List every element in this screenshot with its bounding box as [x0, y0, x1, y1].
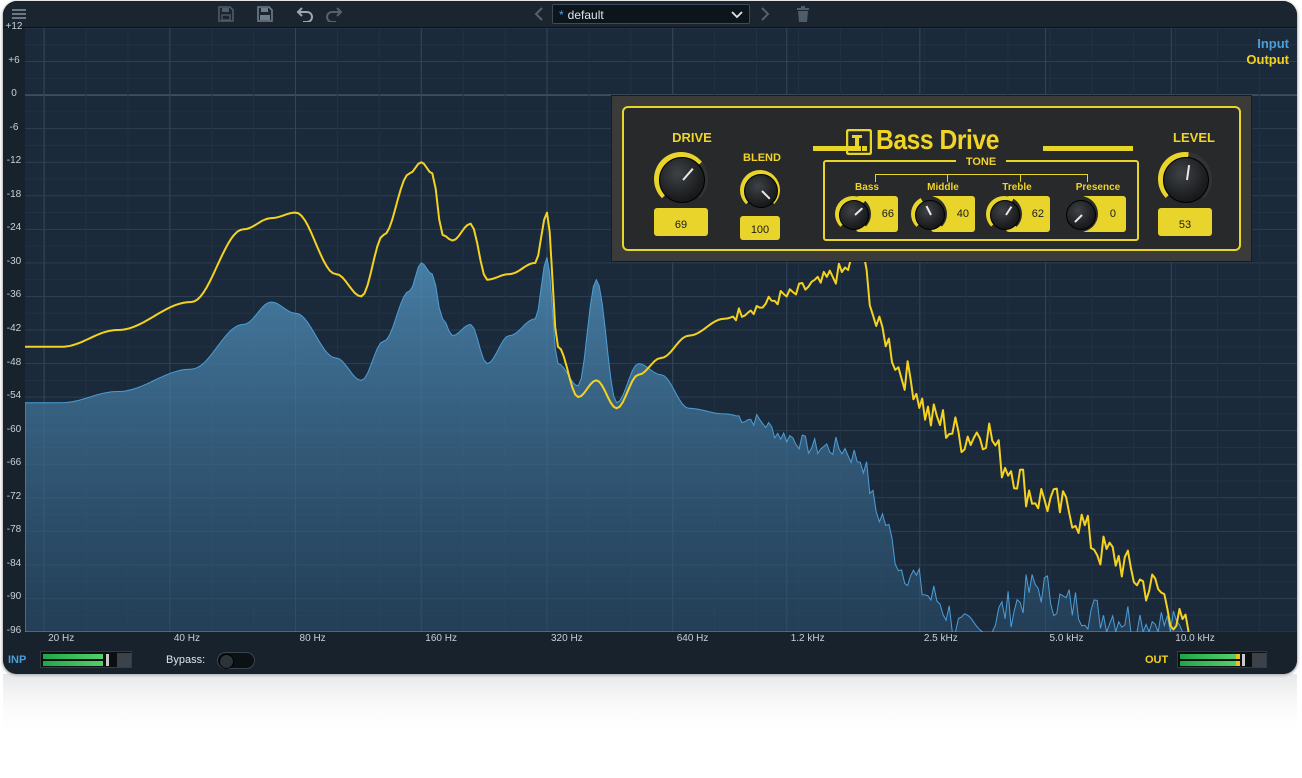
y-axis-tick-label: -36 [6, 289, 22, 301]
bypass-toggle-knob [219, 654, 234, 669]
x-axis-tick-label: 40 Hz [173, 633, 200, 644]
save-icon[interactable] [215, 4, 237, 24]
legend-output: Output [1246, 52, 1289, 67]
bypass-toggle[interactable] [217, 652, 255, 669]
next-preset-icon[interactable] [756, 4, 774, 24]
preset-modified-marker: * [559, 8, 564, 22]
plugin-title: Bass Drive [876, 124, 999, 155]
drive-knob[interactable] [659, 157, 705, 203]
drive-value: 69 [654, 208, 708, 236]
y-axis-tick-label: -24 [6, 222, 22, 234]
title-bar-right [1043, 146, 1133, 151]
x-axis-tick-label: 80 Hz [299, 633, 326, 644]
blend-label: BLEND [743, 152, 781, 164]
x-axis-tick-label: 640 Hz [676, 633, 709, 644]
bass-knob[interactable] [839, 200, 869, 230]
x-axis-tick-label: 1.2 kHz [790, 633, 825, 644]
save-as-icon[interactable] [254, 4, 276, 24]
tone-label: TONE [956, 156, 1006, 168]
y-axis-tick-label: -90 [6, 591, 22, 603]
y-axis-tick-label: -84 [6, 557, 22, 569]
treble-knob[interactable] [990, 200, 1020, 230]
window-reflection [3, 674, 1297, 778]
input-level-meter[interactable] [40, 651, 132, 668]
y-axis-tick-label: -18 [6, 188, 22, 200]
blend-knob[interactable] [744, 174, 778, 208]
bypass-label: Bypass: [166, 654, 206, 666]
drive-label: DRIVE [672, 130, 712, 145]
output-meter-label: OUT [1145, 654, 1169, 666]
middle-knob[interactable] [915, 200, 945, 230]
y-axis-tick-label: -66 [6, 457, 22, 469]
toolbar: * default [3, 1, 1297, 28]
output-level-meter[interactable] [1177, 651, 1267, 668]
legend-input: Input [1257, 36, 1289, 51]
prev-preset-icon[interactable] [530, 4, 548, 24]
y-axis-tick-label: -30 [6, 255, 22, 267]
y-axis-tick-label: -72 [6, 490, 22, 502]
panel-face: Bass Drive DRIVE 69 BLEND 100 TONE Bass … [622, 106, 1241, 251]
treble-label: Treble [1002, 182, 1032, 193]
bass-label: Bass [855, 182, 879, 193]
level-knob[interactable] [1163, 157, 1209, 203]
input-series-area [25, 257, 1189, 632]
blend-value: 100 [740, 216, 780, 240]
y-axis-tick-label: +6 [8, 54, 20, 66]
undo-icon[interactable] [294, 4, 316, 24]
y-axis-tick-label: -12 [6, 155, 22, 167]
y-axis-tick-label: -96 [6, 625, 22, 636]
trash-icon[interactable] [793, 4, 813, 24]
presence-label: Presence [1075, 182, 1121, 193]
y-axis-tick-label: -78 [6, 524, 22, 536]
y-axis-tick-label: -6 [9, 121, 19, 133]
input-meter-label: INP [8, 654, 27, 666]
level-value: 53 [1158, 208, 1212, 236]
presence-knob[interactable] [1066, 200, 1096, 230]
preset-name: default [567, 8, 604, 22]
x-axis-tick-label: 20 Hz [48, 633, 75, 644]
x-axis-tick-label: 320 Hz [550, 633, 583, 644]
y-axis-tick-label: -42 [6, 323, 22, 334]
preset-selector[interactable]: * default [552, 4, 750, 24]
level-label: LEVEL [1173, 130, 1215, 145]
y-axis-tick-label: -54 [6, 390, 22, 402]
x-axis-tick-label: 10.0 kHz [1175, 633, 1215, 644]
y-axis-tick-label: -48 [6, 356, 22, 368]
y-axis-tick-label: 0 [11, 88, 17, 100]
middle-label: Middle [927, 182, 959, 193]
y-axis-tick-label: -60 [6, 423, 22, 435]
y-axis-tick-label: +12 [5, 21, 23, 32]
x-axis-tick-label: 160 Hz [425, 633, 457, 644]
brand-logo-icon [845, 128, 873, 156]
x-axis-tick-label: 2.5 kHz [923, 633, 958, 644]
bass-drive-panel: Bass Drive DRIVE 69 BLEND 100 TONE Bass … [611, 95, 1252, 262]
x-axis-tick-label: 5.0 kHz [1049, 633, 1084, 644]
redo-icon[interactable] [323, 4, 345, 24]
